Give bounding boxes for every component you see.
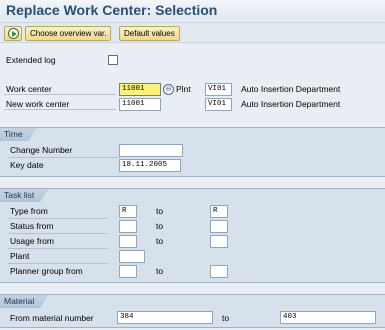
work-center-input[interactable]: 11001 — [119, 83, 161, 96]
status-from-input[interactable] — [119, 220, 137, 233]
divider — [8, 157, 120, 158]
new-work-center-plant-input[interactable]: VI01 — [205, 98, 232, 111]
work-center-plant-input[interactable]: VI01 — [205, 83, 232, 96]
execute-icon — [7, 28, 19, 39]
execute-button[interactable] — [4, 26, 22, 41]
new-work-center-description: Auto Insertion Department — [241, 99, 341, 109]
task-list-group: Task list Type from R to R Status from t… — [0, 188, 385, 283]
divider — [8, 218, 108, 219]
divider — [8, 233, 108, 234]
choose-overview-variant-button[interactable]: Choose overview var. — [25, 26, 112, 41]
extended-log-label: Extended log — [6, 55, 56, 65]
search-help-icon[interactable]: ⊖ — [163, 84, 174, 95]
divider — [8, 263, 108, 264]
change-number-label: Change Number — [10, 145, 73, 155]
page-title: Replace Work Center: Selection — [6, 2, 218, 18]
new-work-center-input[interactable]: 11001 — [119, 98, 161, 111]
to-material-number-input[interactable]: 403 — [280, 311, 376, 324]
planner-group-to-input[interactable] — [210, 265, 228, 278]
title-bar: Replace Work Center: Selection — [0, 0, 385, 20]
new-work-center-label: New work center — [6, 99, 70, 109]
usage-from-label: Usage from — [10, 236, 54, 246]
plant-input[interactable] — [119, 250, 145, 263]
key-date-label: Key date — [10, 160, 44, 170]
planner-group-from-input[interactable] — [119, 265, 137, 278]
status-to-input[interactable] — [210, 220, 228, 233]
divider — [8, 248, 108, 249]
key-date-input[interactable]: 18.11.2005 — [119, 159, 181, 172]
application-toolbar: Choose overview var. Default values — [0, 22, 385, 43]
type-from-label: Type from — [10, 206, 48, 216]
to-label: to — [222, 313, 230, 323]
type-to-input[interactable]: R — [210, 205, 228, 218]
task-list-group-title: Task list — [0, 189, 48, 202]
usage-from-input[interactable] — [119, 235, 137, 248]
work-center-description: Auto Insertion Department — [241, 84, 341, 94]
from-material-number-label: From material number — [10, 313, 94, 323]
time-group-title: Time — [0, 128, 37, 141]
time-group: Time Change Number Key date 18.11.2005 — [0, 127, 385, 177]
to-label: to — [156, 266, 164, 276]
divider — [4, 94, 116, 95]
type-from-input[interactable]: R — [119, 205, 137, 218]
to-label: to — [156, 236, 164, 246]
change-number-input[interactable] — [119, 144, 183, 157]
material-group: Material From material number 384 to 403 — [0, 294, 385, 328]
planner-group-from-label: Planner group from — [10, 266, 83, 276]
status-from-label: Status from — [10, 221, 54, 231]
from-material-number-input[interactable]: 384 — [117, 311, 213, 324]
default-values-button[interactable]: Default values — [119, 26, 180, 41]
extended-log-checkbox[interactable] — [108, 55, 118, 65]
material-group-title: Material — [0, 295, 48, 308]
usage-to-input[interactable] — [210, 235, 228, 248]
plant-label: Plant — [10, 251, 30, 261]
to-label: to — [156, 221, 164, 231]
to-label: to — [156, 206, 164, 216]
plant-label: Plnt — [176, 84, 191, 94]
divider — [4, 109, 116, 110]
work-center-label: Work center — [6, 84, 52, 94]
